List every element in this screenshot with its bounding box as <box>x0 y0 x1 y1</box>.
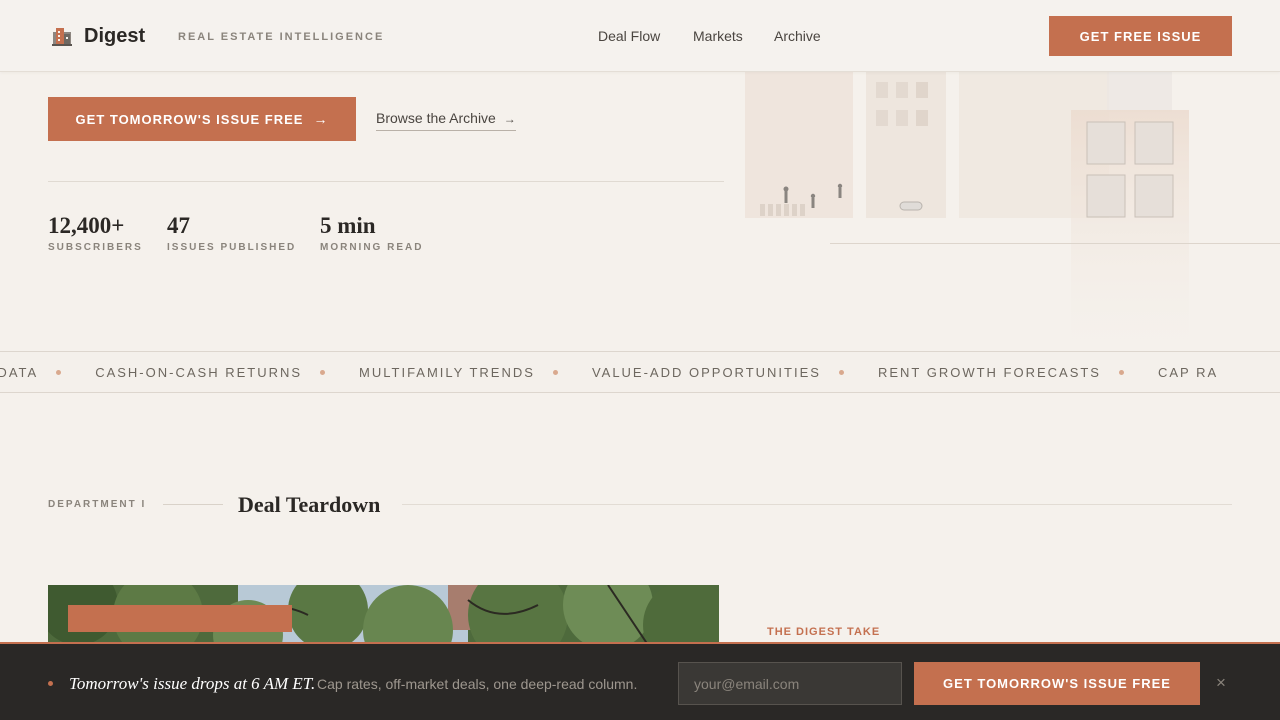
status-dot-icon <box>48 681 53 686</box>
ticker-separator <box>552 370 558 375</box>
browse-archive-label: Browse the Archive <box>376 110 496 126</box>
ticker-separator <box>56 370 62 375</box>
brand-name[interactable]: Digest <box>84 25 145 48</box>
ticker-item: MULTIFAMILY TRENDS <box>359 365 535 380</box>
ticker-item: CY DATA <box>0 365 39 380</box>
digest-take-label: THE DIGEST TAKE <box>767 626 881 638</box>
ticker-item: RENT GROWTH FORECASTS <box>877 365 1101 380</box>
stat-label: ISSUES PUBLISHED <box>167 242 297 253</box>
browse-archive-link[interactable]: Browse the Archive → <box>376 110 516 131</box>
section-title: Deal Teardown <box>238 492 381 517</box>
get-tomorrows-issue-button[interactable]: GET TOMORROW'S ISSUE FREE → <box>48 97 356 141</box>
building-logo-icon[interactable] <box>51 25 73 47</box>
ticker-track: CY DATA CASH-ON-CASH RETURNS MULTIFAMILY… <box>0 365 1218 380</box>
stat-read-time: 5 min MORNING READ <box>320 213 423 253</box>
site-header: Digest REAL ESTATE INTELLIGENCE Deal Flo… <box>0 0 1280 72</box>
section-divider <box>402 504 1232 505</box>
hero-cta-label: GET TOMORROW'S ISSUE FREE <box>75 111 304 127</box>
stat-value: 5 min <box>320 213 376 238</box>
topic-ticker: CY DATA CASH-ON-CASH RETURNS MULTIFAMILY… <box>0 351 1280 393</box>
signup-subtext: Cap rates, off-market deals, one deep-re… <box>317 676 638 692</box>
nav-markets[interactable]: Markets <box>693 28 743 44</box>
email-input[interactable] <box>678 662 902 705</box>
arrow-right-icon: → <box>503 112 516 126</box>
stat-value: 12,400+ <box>48 213 125 238</box>
brand-tagline: REAL ESTATE INTELLIGENCE <box>178 31 385 43</box>
stat-value: 47 <box>167 213 190 238</box>
department-label: DEPARTMENT I <box>48 499 147 510</box>
stat-subscribers: 12,400+ SUBSCRIBERS <box>48 213 143 253</box>
stat-label: MORNING READ <box>320 242 424 253</box>
arrow-right-icon: → <box>313 111 329 127</box>
close-icon[interactable]: × <box>1216 673 1226 693</box>
ticker-separator <box>838 370 844 375</box>
stat-issues: 47 ISSUES PUBLISHED <box>167 213 296 253</box>
hero-buildings-illustration <box>745 72 1280 352</box>
ticker-item: VALUE-ADD OPPORTUNITIES <box>591 365 821 380</box>
photo-tag-badge <box>68 605 292 632</box>
nav-deal-flow[interactable]: Deal Flow <box>598 28 660 44</box>
ticker-item: CASH-ON-CASH RETURNS <box>95 365 303 380</box>
signup-sticky-bar: Tomorrow's issue drops at 6 AM ET. Cap r… <box>0 642 1280 720</box>
ticker-item: CAP RA <box>1157 365 1219 380</box>
get-free-issue-button[interactable]: GET FREE ISSUE <box>1049 16 1232 56</box>
stat-label: SUBSCRIBERS <box>48 242 143 253</box>
signup-submit-button[interactable]: GET TOMORROW'S ISSUE FREE <box>914 662 1200 705</box>
ticker-separator <box>320 370 326 375</box>
department-divider <box>163 504 223 505</box>
hero-divider <box>48 181 724 182</box>
signup-headline: Tomorrow's issue drops at 6 AM ET. <box>69 674 316 693</box>
nav-archive[interactable]: Archive <box>774 28 821 44</box>
ticker-separator <box>1118 370 1124 375</box>
